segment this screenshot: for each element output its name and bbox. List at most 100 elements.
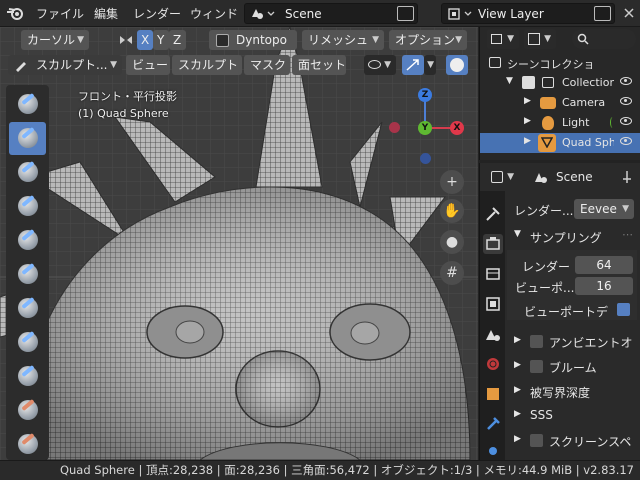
menu-window[interactable]: ウィンド [190, 5, 238, 22]
camera-view-icon[interactable]: ● [440, 230, 464, 254]
object-tab-icon[interactable] [483, 384, 503, 404]
mirror-x-toggle[interactable]: X [137, 30, 153, 50]
sampling-panel-header[interactable]: ▼ サンプリング ⋯ [507, 226, 637, 248]
render-tab-icon[interactable] [483, 234, 503, 254]
remesh-dropdown[interactable]: リメッシュ ▼ [302, 30, 384, 50]
outliner-header: ▼ ▼ [480, 27, 640, 51]
gizmo-x-axis[interactable]: X [450, 121, 464, 135]
overlay-toggle[interactable] [446, 55, 468, 75]
pan-hand-icon[interactable]: ✋ [440, 199, 464, 223]
outliner-item-light[interactable]: ▶ Light [480, 113, 640, 133]
section-checkbox[interactable] [530, 434, 543, 447]
gizmo-z-axis[interactable]: Z [418, 88, 432, 102]
view-layer-selector[interactable]: View Layer [441, 3, 615, 24]
modifier-tab-icon[interactable] [483, 414, 503, 434]
properties-editor-dropdown[interactable]: ▼ [487, 167, 519, 187]
tool-clay-strips[interactable] [9, 190, 46, 223]
scene-selector[interactable]: Scene [244, 3, 418, 24]
gizmo-y-axis[interactable]: Y [418, 121, 432, 135]
viewport-denoise-checkbox[interactable] [617, 303, 630, 316]
eye-icon[interactable] [620, 77, 632, 85]
display-mode-dropdown[interactable]: ▼ [487, 29, 519, 49]
mirror-y-toggle[interactable]: Y [153, 30, 169, 50]
gizmo-dropdown[interactable]: ▼ [424, 55, 436, 75]
screen-space-reflections-panel[interactable]: ▶ スクリーンスペ [507, 430, 637, 452]
zoom-icon[interactable]: + [440, 170, 464, 194]
3d-viewport[interactable]: カーソル ▼ X Y Z Dyntopo リメッシュ ▼ オプション ▼ スカルプト.… [0, 27, 478, 460]
blender-logo-icon[interactable] [6, 5, 24, 21]
viewport-denoise-label: ビューポートデ... [524, 305, 608, 319]
menu-sculpt[interactable]: スカルプト [172, 55, 242, 75]
filter-dropdown[interactable]: ▼ [524, 29, 556, 49]
outliner-item-collection[interactable]: ▼ Collection [480, 73, 640, 93]
outliner-item-scene-collection[interactable]: シーンコレクショ [480, 53, 640, 73]
eye-icon[interactable] [620, 137, 632, 145]
render-engine-dropdown[interactable]: Eevee ▼ [574, 199, 634, 219]
outliner-item-label: Camera [562, 96, 606, 109]
outliner-item-camera[interactable]: ▶ Camera [480, 93, 640, 113]
disclosure-triangle-icon[interactable]: ▶ [524, 116, 531, 126]
menu-view-label: ビュー [132, 58, 169, 72]
menu-view[interactable]: ビュー [126, 55, 170, 75]
gizmo-neg-x-axis[interactable] [389, 122, 400, 133]
top-menu-bar: ファイル 編集 レンダー ウィンド Scene View Layer [0, 0, 640, 27]
gizmo-neg-z-axis[interactable] [420, 153, 431, 164]
new-scene-button[interactable] [397, 6, 414, 21]
triangle-mesh-icon [541, 137, 553, 148]
close-icon[interactable] [622, 6, 636, 20]
brush-selector[interactable]: スカルプト... ▼ [8, 55, 122, 75]
disclosure-triangle-icon[interactable]: ▼ [506, 76, 513, 86]
output-tab-icon[interactable] [483, 264, 503, 284]
render-samples-field[interactable]: 64 [575, 256, 633, 274]
drag-handle-icon[interactable]: ⋯ [622, 228, 633, 241]
section-checkbox[interactable] [530, 360, 543, 373]
menu-file[interactable]: ファイル [36, 5, 84, 22]
scene-tab-icon[interactable] [483, 324, 503, 344]
ambient-occlusion-panel[interactable]: ▶ アンビエントオ [507, 331, 637, 353]
sss-panel[interactable]: ▶ SSS [507, 405, 637, 427]
tool-blob[interactable] [9, 292, 46, 325]
viewport-samples-field[interactable]: 16 [575, 277, 633, 295]
tool-crease[interactable] [9, 326, 46, 359]
view-layer-tab-icon[interactable] [483, 294, 503, 314]
new-view-layer-button[interactable] [594, 6, 611, 21]
eye-icon[interactable] [620, 117, 632, 125]
tool-fill[interactable] [9, 428, 46, 460]
collection-checkbox[interactable] [522, 76, 535, 89]
depth-of-field-panel[interactable]: ▶ 被写界深度 [507, 381, 637, 403]
particles-tab-icon[interactable] [483, 441, 503, 461]
outliner-item-quad-sphere[interactable]: ▶ Quad Sphe [480, 133, 640, 153]
tool-draw[interactable] [9, 88, 46, 121]
mirror-z-toggle[interactable]: Z [169, 30, 186, 50]
view-name: フロント・平行投影 [78, 90, 177, 103]
dyntopo-checkbox[interactable] [216, 34, 229, 47]
menu-render[interactable]: レンダー [133, 5, 181, 22]
options-dropdown[interactable]: オプション ▼ [389, 30, 467, 50]
menu-mask[interactable]: マスク [244, 55, 290, 75]
mode-dropdown[interactable]: カーソル ▼ [21, 30, 89, 50]
world-tab-icon[interactable] [483, 354, 503, 374]
bloom-panel[interactable]: ▶ ブルーム [507, 356, 637, 378]
disclosure-triangle-icon[interactable]: ▶ [524, 96, 531, 106]
visibility-dropdown[interactable]: ▼ [364, 55, 396, 75]
ortho-grid-icon[interactable]: # [440, 261, 464, 285]
tool-tab-icon[interactable] [483, 204, 503, 224]
menu-face-sets[interactable]: 面セット [292, 55, 346, 75]
pin-icon[interactable] [620, 169, 634, 185]
tool-clay[interactable] [9, 156, 46, 189]
dyntopo-toggle[interactable]: Dyntopo [209, 30, 297, 50]
navigation-gizmo[interactable]: Z Y X [385, 87, 470, 167]
tool-flatten[interactable] [9, 394, 46, 427]
menu-edit[interactable]: 編集 [94, 5, 118, 22]
disclosure-triangle-icon[interactable]: ▶ [524, 136, 531, 146]
tool-smooth[interactable] [9, 360, 46, 393]
section-label: アンビエントオ [549, 336, 633, 350]
gizmo-toggle[interactable] [402, 55, 424, 75]
tool-layer[interactable] [9, 224, 46, 257]
section-label: 被写界深度 [530, 386, 591, 400]
section-checkbox[interactable] [530, 335, 543, 348]
tool-draw-sharp[interactable] [9, 122, 46, 155]
tool-inflate[interactable] [9, 258, 46, 291]
eye-icon[interactable] [620, 97, 632, 105]
outliner-search-input[interactable] [572, 29, 636, 49]
